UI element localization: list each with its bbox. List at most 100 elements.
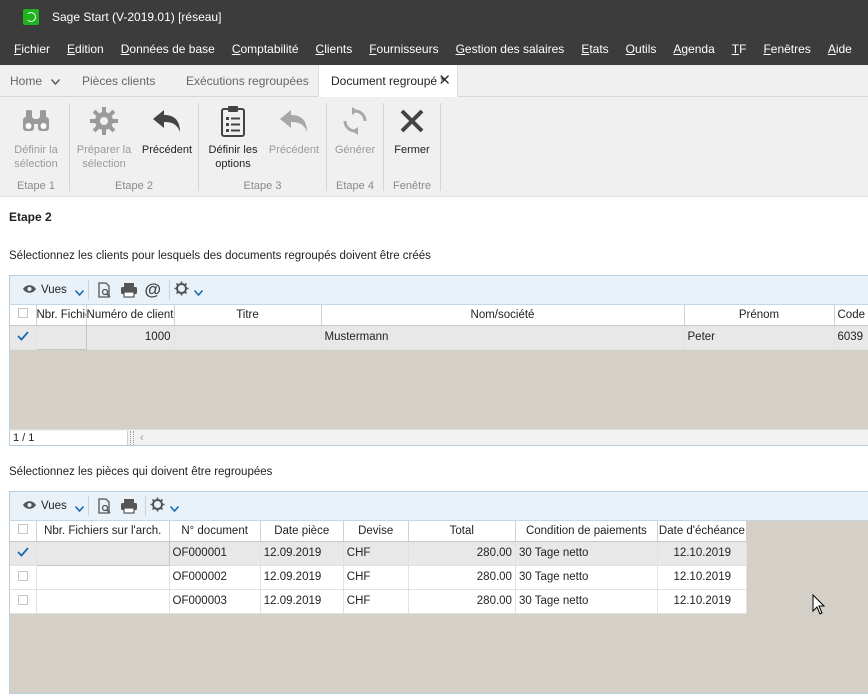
cell-date-piece[interactable]: 12.09.2019 (260, 565, 344, 590)
cell-date-echeance[interactable]: 12.10.2019 (657, 589, 748, 614)
menu-fichier[interactable]: Fichier (14, 42, 50, 56)
row-checkbox[interactable] (10, 565, 37, 590)
cell-code[interactable]: 6039 (834, 325, 868, 350)
cell-date-echeance[interactable]: 12.10.2019 (657, 565, 748, 590)
row-checkbox-checked[interactable] (10, 541, 37, 566)
cell-date-piece[interactable]: 12.09.2019 (260, 541, 344, 566)
sage-logo-icon (23, 8, 39, 25)
menu-tf[interactable]: TF (732, 42, 747, 56)
email-at-icon[interactable]: @ (143, 280, 163, 300)
cell-nbr-fichiers[interactable] (35, 540, 170, 566)
col-header-nbr-fichiers[interactable]: Nbr. Fichiers sur l'arch. (36, 305, 87, 326)
cell-devise[interactable]: CHF (343, 589, 409, 614)
clients-grid: Vues @ Nbr. Fichiers sur l'arch. Numéro … (9, 275, 868, 446)
cell-nbr-fichiers[interactable] (36, 589, 170, 614)
table-row[interactable]: OF000003 12.09.2019 CHF 280.00 30 Tage n… (10, 589, 748, 614)
menu-donnees-de-base[interactable]: Données de base (121, 42, 215, 56)
generer-button[interactable]: Générer (331, 103, 379, 157)
print-preview-icon[interactable] (95, 280, 115, 300)
print-icon[interactable] (119, 280, 139, 300)
precedent-button[interactable]: Précédent (140, 103, 194, 157)
cell-nbr-fichiers[interactable] (35, 324, 87, 350)
page-title: Etape 2 (9, 210, 52, 224)
group-label-etape2: Etape 2 (115, 180, 153, 192)
refresh-icon (337, 103, 373, 139)
vues-button[interactable]: Vues (22, 281, 84, 299)
group-label-fenetre: Fenêtre (393, 180, 431, 192)
definir-options-button[interactable]: Définir les options (204, 103, 262, 171)
menu-fenetres[interactable]: Fenêtres (763, 42, 810, 56)
toolbar-separator (144, 496, 146, 516)
cell-prenom[interactable]: Peter (684, 325, 835, 350)
col-header-n-document[interactable]: N° document (169, 521, 261, 542)
chevron-down-icon (193, 287, 203, 299)
cell-total[interactable]: 280.00 (408, 541, 516, 566)
cell-nbr-fichiers[interactable] (36, 565, 170, 590)
menu-outils[interactable]: Outils (626, 42, 657, 56)
cell-titre[interactable] (174, 325, 322, 350)
cell-total[interactable]: 280.00 (408, 589, 516, 614)
col-header-nom-societe[interactable]: Nom/société (321, 305, 685, 326)
cell-devise[interactable]: CHF (343, 565, 409, 590)
menu-fournisseurs[interactable]: Fournisseurs (369, 42, 438, 56)
scroll-left-icon[interactable]: ‹ (140, 432, 144, 444)
menu-etats[interactable]: Etats (581, 42, 608, 56)
select-all-checkbox[interactable] (10, 305, 37, 326)
cell-date-echeance[interactable]: 12.10.2019 (657, 541, 748, 566)
col-header-prenom[interactable]: Prénom (684, 305, 835, 326)
col-header-nbr-fichiers[interactable]: Nbr. Fichiers sur l'arch. (36, 521, 170, 542)
col-header-numero-client[interactable]: Numéro de client (86, 305, 175, 326)
cell-condition-paiements[interactable]: 30 Tage netto (515, 589, 658, 614)
table-row[interactable]: OF000001 12.09.2019 CHF 280.00 30 Tage n… (10, 540, 748, 566)
col-header-code[interactable]: Code (834, 305, 868, 326)
close-icon[interactable]: ✕ (438, 65, 451, 97)
settings-dropdown[interactable] (174, 281, 203, 299)
table-row[interactable]: 1000 Mustermann Peter 6039 (10, 324, 868, 350)
cell-condition-paiements[interactable]: 30 Tage netto (515, 541, 658, 566)
cell-numero-client[interactable]: 1000 (86, 325, 175, 350)
preparer-selection-label: Préparer la sélection (76, 144, 132, 170)
cell-condition-paiements[interactable]: 30 Tage netto (515, 565, 658, 590)
cell-total[interactable]: 280.00 (408, 565, 516, 590)
cell-nom-societe[interactable]: Mustermann (321, 325, 685, 350)
col-header-devise[interactable]: Devise (343, 521, 409, 542)
cell-n-document[interactable]: OF000003 (169, 589, 261, 614)
menu-edition[interactable]: Edition (67, 42, 104, 56)
ribbon: Définir la sélection Préparer la sélecti… (0, 97, 868, 197)
col-header-titre[interactable]: Titre (174, 305, 322, 326)
col-header-date-echeance[interactable]: Date d'échéance (657, 521, 748, 542)
tab-document-regroupe[interactable]: Document regroupé * ✕ (318, 65, 458, 97)
menu-aide[interactable]: Aide (828, 42, 852, 56)
precedent-disabled-button[interactable]: Précédent (266, 103, 322, 157)
row-checkbox[interactable] (10, 589, 37, 614)
scroll-handle[interactable] (130, 430, 134, 445)
menu-agenda[interactable]: Agenda (673, 42, 714, 56)
col-header-total[interactable]: Total (408, 521, 516, 542)
tab-home[interactable]: Home (0, 65, 72, 97)
col-header-date-piece[interactable]: Date pièce (260, 521, 344, 542)
cell-date-piece[interactable]: 12.09.2019 (260, 589, 344, 614)
vues-button[interactable]: Vues (22, 497, 84, 515)
print-preview-icon[interactable] (95, 496, 115, 516)
tab-executions-regroupees[interactable]: Exécutions regroupées (177, 65, 318, 97)
preparer-selection-button[interactable]: Préparer la sélection (74, 103, 134, 171)
tab-pieces-clients[interactable]: Pièces clients (72, 65, 177, 97)
settings-dropdown[interactable] (150, 497, 179, 515)
print-icon[interactable] (119, 496, 139, 516)
title-bar: Sage Start (V-2019.01) [réseau] (0, 0, 868, 33)
menu-comptabilite[interactable]: Comptabilité (232, 42, 299, 56)
chevron-down-icon[interactable] (51, 65, 61, 97)
fermer-button[interactable]: Fermer (388, 103, 436, 157)
select-all-checkbox[interactable] (10, 521, 37, 542)
menu-clients[interactable]: Clients (316, 42, 353, 56)
cell-n-document[interactable]: OF000002 (169, 565, 261, 590)
checkmark-icon (17, 546, 29, 557)
page-counter: 1 / 1 (10, 430, 128, 445)
definir-selection-button[interactable]: Définir la sélection (8, 103, 64, 171)
table-row[interactable]: OF000002 12.09.2019 CHF 280.00 30 Tage n… (10, 565, 748, 590)
cell-n-document[interactable]: OF000001 (169, 541, 261, 566)
col-header-condition-paiements[interactable]: Condition de paiements (515, 521, 658, 542)
cell-devise[interactable]: CHF (343, 541, 409, 566)
menu-gestion-des-salaires[interactable]: Gestion des salaires (456, 42, 565, 56)
row-checkbox-checked[interactable] (10, 325, 37, 350)
